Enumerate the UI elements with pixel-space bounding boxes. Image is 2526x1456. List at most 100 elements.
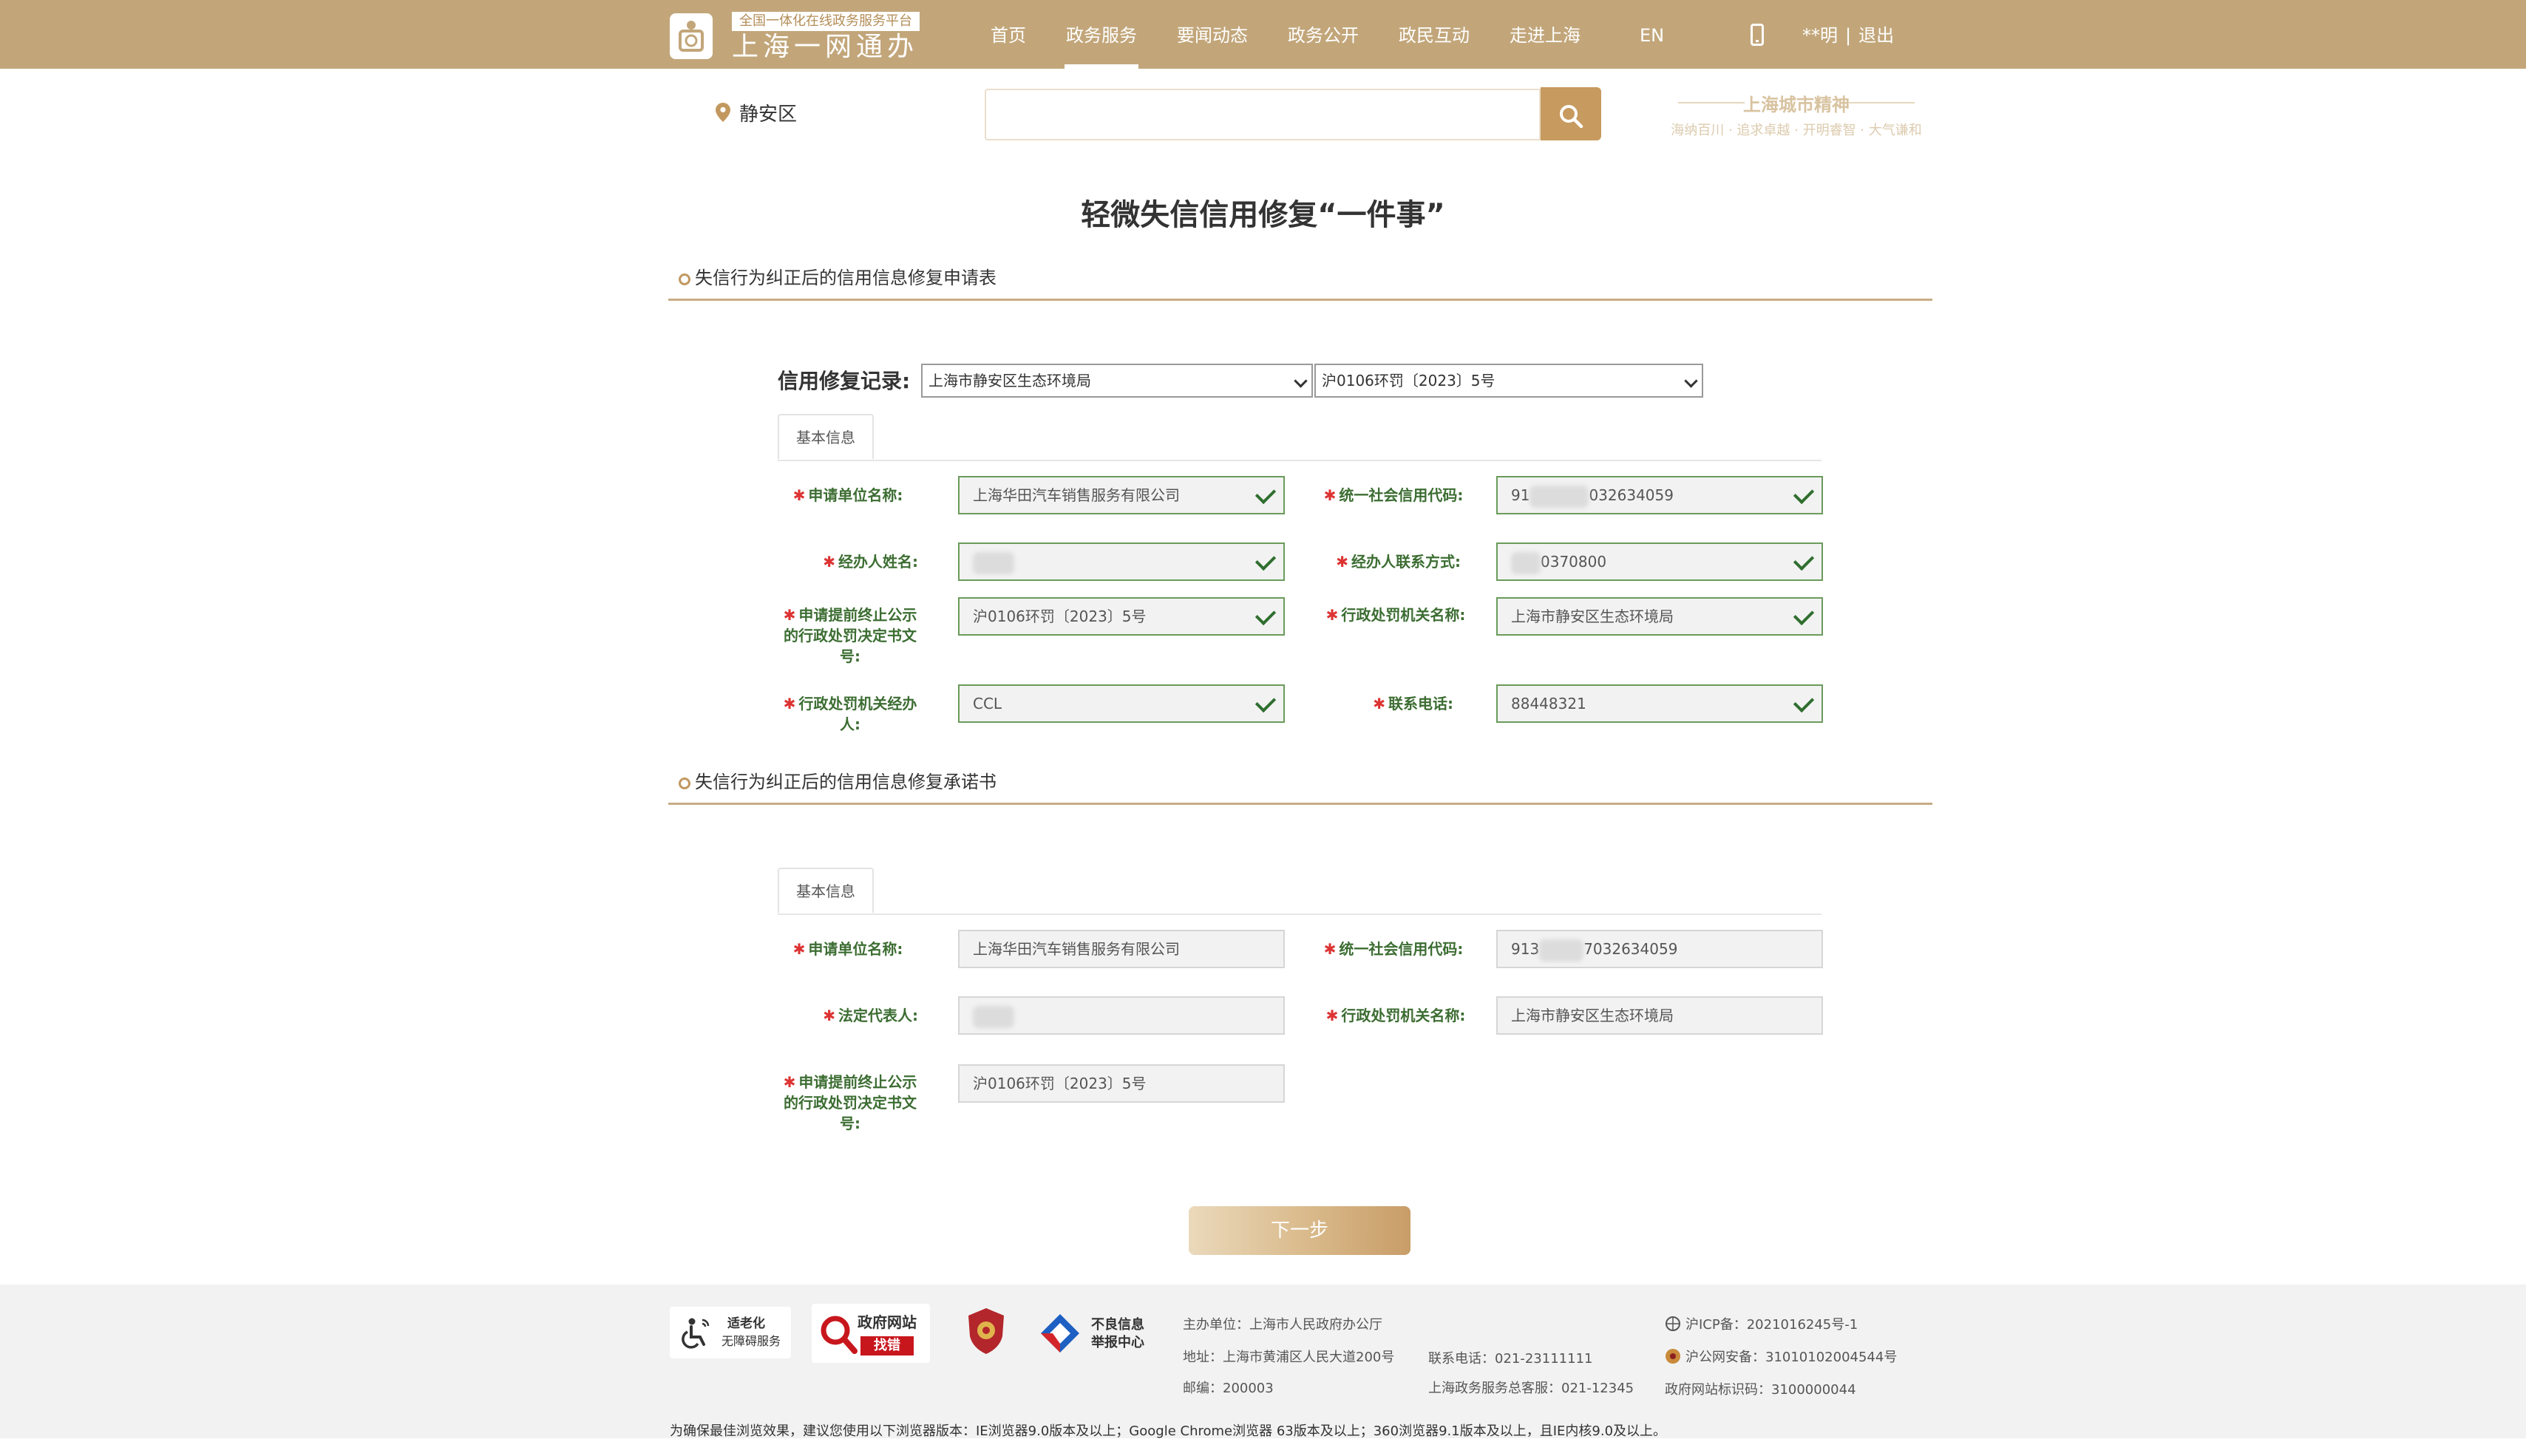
handler-contact-suffix: 0370800 xyxy=(1541,553,1607,571)
commit-decision-number-label: ✱ 申请提前终止公示的行政处罚决定书文号: xyxy=(778,1072,923,1134)
search-button[interactable] xyxy=(1541,87,1601,140)
commit-applicant-name-label-text: 申请单位名称: xyxy=(808,940,903,958)
commit-decision-number-input[interactable]: 沪0106环罚〔2023〕5号 xyxy=(958,1064,1285,1103)
footer-address: 地址：上海市黄浦区人民大道200号 xyxy=(1183,1350,1395,1365)
city-spirit-title: 上海城市精神 xyxy=(1663,90,1929,116)
contact-phone-value: 88448321 xyxy=(1511,695,1586,712)
nav-interaction[interactable]: 政民互动 xyxy=(1399,0,1470,69)
footer-hotline: 上海政务服务总客服：021-12345 xyxy=(1428,1381,1634,1396)
location-selector[interactable]: 静安区 xyxy=(716,98,797,127)
redacted-mask xyxy=(1529,485,1589,508)
user-name[interactable]: **明 xyxy=(1802,25,1838,46)
applicant-name-input[interactable]: 上海华田汽车销售服务有限公司 xyxy=(958,476,1285,514)
applicant-name-label-text: 申请单位名称: xyxy=(808,486,903,504)
check-icon xyxy=(1793,691,1815,713)
required-star: ✱ xyxy=(783,695,796,712)
check-icon xyxy=(1793,483,1815,505)
gov-badge-line2: 找错 xyxy=(860,1336,914,1355)
legal-rep-input[interactable] xyxy=(958,996,1285,1035)
language-switch[interactable]: EN xyxy=(1640,0,1664,71)
decision-select-value: 沪0106环罚〔2023〕5号 xyxy=(1322,372,1495,389)
footer-icp[interactable]: 沪ICP备：2021016245号-1 xyxy=(1685,1314,1858,1333)
magnifier-error-icon xyxy=(821,1316,858,1354)
tab-basic-info[interactable]: 基本信息 xyxy=(778,414,874,460)
agency-handler-input[interactable]: CCL xyxy=(958,684,1285,723)
check-icon xyxy=(1254,604,1277,626)
gov-badge-line1: 政府网站 xyxy=(858,1313,917,1331)
mobile-phone-icon[interactable] xyxy=(1751,24,1764,46)
contact-phone-input[interactable]: 88448321 xyxy=(1496,684,1823,723)
handler-name-input[interactable] xyxy=(958,542,1285,581)
handler-name-label: ✱ 经办人姓名: xyxy=(778,551,918,572)
commit-agency-name-input[interactable]: 上海市静安区生态环境局 xyxy=(1496,996,1823,1035)
commit-agency-name-value: 上海市静安区生态环境局 xyxy=(1511,1007,1674,1024)
credit-code-input[interactable]: 91 032634059 xyxy=(1496,476,1823,514)
check-icon xyxy=(1254,549,1277,571)
required-star: ✱ xyxy=(1323,940,1337,958)
credit-code-label-text: 统一社会信用代码: xyxy=(1339,486,1464,504)
elderly-accessibility-badge[interactable]: 适老化 无障碍服务 xyxy=(670,1307,791,1358)
commit-credit-code-input[interactable]: 913 7032634059 xyxy=(1496,930,1823,968)
footer-phone: 联系电话：021-23111111 xyxy=(1428,1351,1593,1367)
footer-postcode: 邮编：200003 xyxy=(1183,1381,1274,1396)
commit-applicant-name-value: 上海华田汽车销售服务有限公司 xyxy=(973,940,1180,958)
contact-phone-label: ✱ 联系电话: xyxy=(1323,693,1453,714)
gov-website-error-badge[interactable]: 政府网站 找错 xyxy=(812,1304,930,1363)
bottom-strip xyxy=(0,1438,2526,1456)
commit-applicant-name-input[interactable]: 上海华田汽车销售服务有限公司 xyxy=(958,930,1285,968)
redacted-mask xyxy=(1511,551,1541,574)
commit-credit-code-label: ✱ 统一社会信用代码: xyxy=(1323,939,1464,959)
check-icon xyxy=(1793,549,1815,571)
report-badge-line1: 不良信息 xyxy=(1091,1317,1144,1333)
nav-gov-services[interactable]: 政务服务 xyxy=(1065,0,1138,69)
next-step-button[interactable]: 下一步 xyxy=(1189,1206,1410,1255)
handler-contact-label-text: 经办人联系方式: xyxy=(1351,553,1461,571)
logo-name: 上海一网通办 xyxy=(732,32,919,62)
tab-basic-info[interactable]: 基本信息 xyxy=(778,868,874,914)
browser-recommendation-note: 为确保最佳浏览效果，建议您使用以下浏览器版本：IE浏览器9.0版本及以上；Goo… xyxy=(670,1423,1667,1439)
footer-site-code: 政府网站标识码：3100000044 xyxy=(1665,1382,1856,1398)
tabstrip-commitment: 基本信息 xyxy=(778,868,1821,915)
required-star: ✱ xyxy=(792,486,806,504)
police-emblem-icon[interactable] xyxy=(965,1307,1007,1355)
commit-agency-name-label-text: 行政处罚机关名称: xyxy=(1341,1007,1466,1024)
required-star: ✱ xyxy=(792,940,806,958)
commit-applicant-name-label: ✱ 申请单位名称: xyxy=(778,939,918,959)
footer-police-record[interactable]: 沪公网安备：31010102004544号 xyxy=(1685,1347,1897,1366)
commit-credit-code-suffix: 7032634059 xyxy=(1583,940,1678,958)
decision-number-input[interactable]: 沪0106环罚〔2023〕5号 xyxy=(958,597,1285,636)
redacted-mask xyxy=(973,551,1014,574)
redacted-mask xyxy=(973,1005,1014,1028)
logout-link[interactable]: 退出 xyxy=(1858,25,1894,46)
check-icon xyxy=(1254,691,1277,713)
bad-info-report-badge[interactable]: 不良信息 举报中心 xyxy=(1038,1307,1156,1358)
main-nav: 首页 政务服务 要闻动态 政务公开 政民互动 走进上海 xyxy=(991,0,1620,69)
police-badge-icon xyxy=(1666,1349,1680,1364)
record-label: 信用修复记录: xyxy=(778,369,911,393)
agency-name-value: 上海市静安区生态环境局 xyxy=(1511,608,1674,625)
agency-name-label: ✱ 行政处罚机关名称: xyxy=(1323,605,1468,625)
required-star: ✱ xyxy=(1325,606,1339,624)
required-star: ✱ xyxy=(783,1073,796,1091)
site-logo[interactable]: 全国一体化在线政务服务平台 上海一网通办 xyxy=(670,10,921,62)
nav-gov-open[interactable]: 政务公开 xyxy=(1288,0,1359,69)
commit-decision-number-label-text: 申请提前终止公示的行政处罚决定书文号: xyxy=(784,1073,917,1132)
nav-news[interactable]: 要闻动态 xyxy=(1177,0,1248,69)
contact-phone-label-text: 联系电话: xyxy=(1388,695,1453,712)
agency-select[interactable]: 上海市静安区生态环境局 xyxy=(921,364,1313,398)
handler-name-label-text: 经办人姓名: xyxy=(838,553,918,571)
credit-code-prefix: 91 xyxy=(1511,486,1530,504)
search-icon xyxy=(1560,105,1583,129)
user-separator: | xyxy=(1845,25,1852,46)
agency-name-input[interactable]: 上海市静安区生态环境局 xyxy=(1496,597,1823,636)
nav-home[interactable]: 首页 xyxy=(991,0,1026,69)
decision-select[interactable]: 沪0106环罚〔2023〕5号 xyxy=(1314,364,1703,398)
required-star: ✱ xyxy=(823,1007,835,1024)
elderly-badge-line1: 适老化 xyxy=(727,1316,765,1331)
section-application-title: 失信行为纠正后的信用信息修复申请表 xyxy=(695,268,997,288)
chevron-down-icon xyxy=(1294,374,1308,388)
search-input[interactable] xyxy=(985,89,1541,140)
nav-visit-shanghai[interactable]: 走进上海 xyxy=(1510,0,1581,69)
handler-contact-input[interactable]: 0370800 xyxy=(1496,542,1823,581)
decision-number-value: 沪0106环罚〔2023〕5号 xyxy=(973,608,1147,625)
